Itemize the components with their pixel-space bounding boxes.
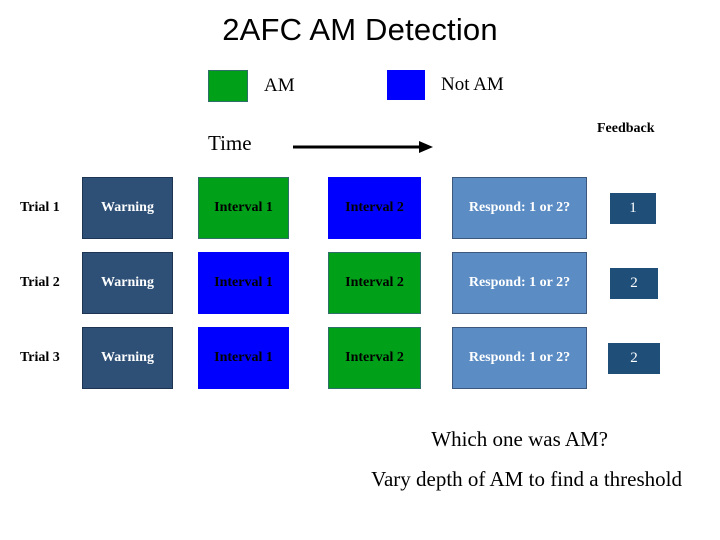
legend-swatch-not-am xyxy=(387,70,425,100)
table-row: Trial 3 Warning Interval 1 Interval 2 Re… xyxy=(0,327,720,389)
respond-cell[interactable]: Respond: 1 or 2? xyxy=(452,327,587,389)
legend-label-not-am: Not AM xyxy=(441,74,504,95)
respond-cell[interactable]: Respond: 1 or 2? xyxy=(452,252,587,314)
time-arrow-icon xyxy=(293,141,433,153)
feedback-cell: 1 xyxy=(610,193,656,224)
time-axis-label: Time xyxy=(208,131,252,155)
interval-1-cell: Interval 1 xyxy=(198,177,289,239)
interval-1-cell: Interval 1 xyxy=(198,252,289,314)
feedback-cell: 2 xyxy=(608,343,660,374)
feedback-cell: 2 xyxy=(610,268,658,299)
warning-cell: Warning xyxy=(82,327,173,389)
trial-label: Trial 1 xyxy=(20,200,60,215)
table-row: Trial 1 Warning Interval 1 Interval 2 Re… xyxy=(0,177,720,239)
trial-label: Trial 3 xyxy=(20,350,60,365)
method-caption: Vary depth of AM to find a threshold xyxy=(371,467,682,491)
interval-2-cell: Interval 2 xyxy=(328,327,421,389)
interval-2-cell: Interval 2 xyxy=(328,177,421,239)
legend-swatch-am xyxy=(208,70,248,102)
table-row: Trial 2 Warning Interval 1 Interval 2 Re… xyxy=(0,252,720,314)
slide-canvas: 2AFC AM Detection AM Not AM Time Feedbac… xyxy=(0,0,720,540)
interval-2-cell: Interval 2 xyxy=(328,252,421,314)
legend-item-not-am: Not AM xyxy=(387,70,504,100)
warning-cell: Warning xyxy=(82,252,173,314)
warning-cell: Warning xyxy=(82,177,173,239)
legend-label-am: AM xyxy=(264,75,295,96)
trial-label: Trial 2 xyxy=(20,275,60,290)
interval-1-cell: Interval 1 xyxy=(198,327,289,389)
legend-item-am: AM xyxy=(208,70,295,102)
respond-cell[interactable]: Respond: 1 or 2? xyxy=(452,177,587,239)
feedback-column-header: Feedback xyxy=(597,121,655,136)
page-title: 2AFC AM Detection xyxy=(222,12,498,47)
question-caption: Which one was AM? xyxy=(431,427,608,451)
